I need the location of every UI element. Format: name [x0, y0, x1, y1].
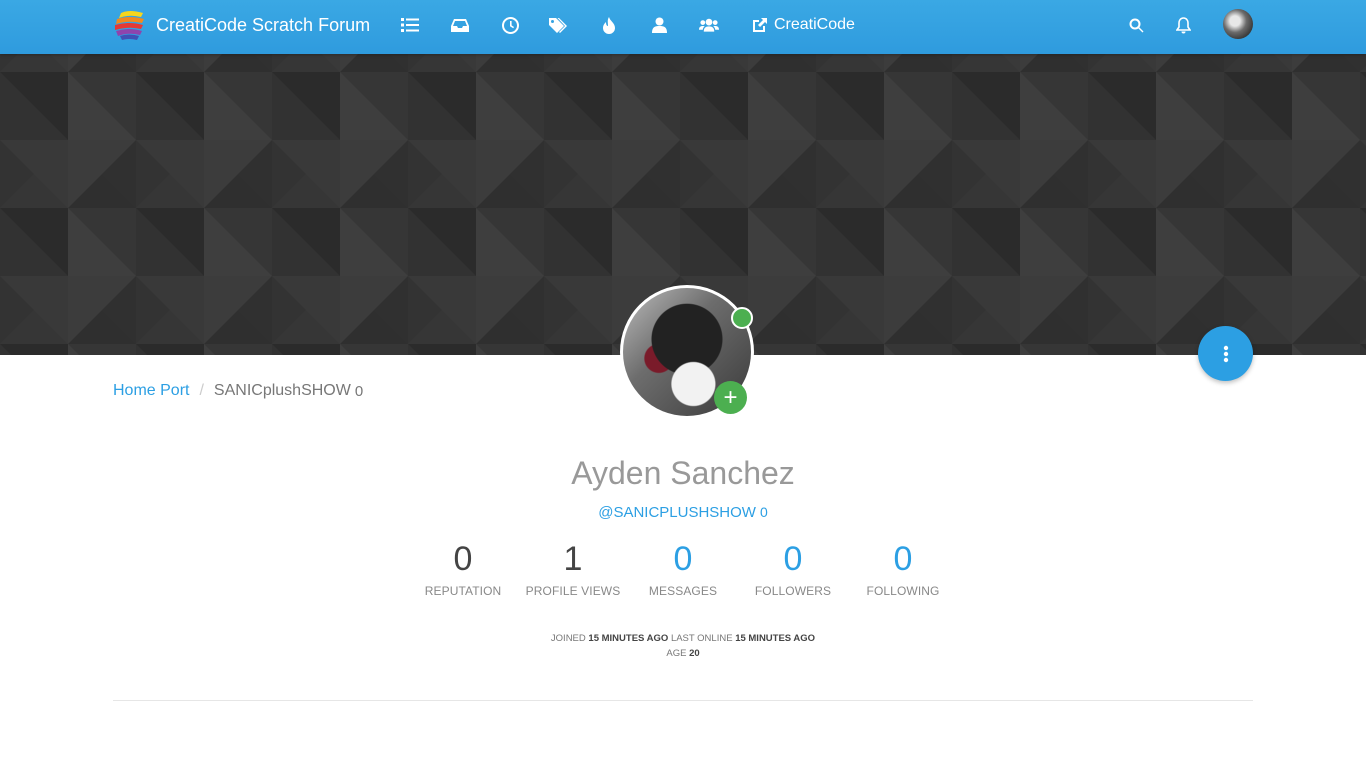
external-link-icon	[753, 17, 767, 32]
stat-followers-label: FOLLOWERS	[754, 584, 832, 598]
profile-meta-line-1: JOINED 15 MINUTES AGO LAST ONLINE 15 MIN…	[0, 631, 1366, 646]
stat-profile-views: 1 PROFILE VIEWS	[518, 538, 628, 598]
external-link-label: CreatiCode	[774, 16, 855, 33]
brand-logo-icon	[113, 9, 146, 41]
stat-reputation-label: REPUTATION	[424, 584, 502, 598]
stat-profile-views-label: PROFILE VIEWS	[525, 584, 621, 598]
top-navbar: CreatiCode Scratch Forum CreatiCode	[0, 0, 1366, 54]
stat-following[interactable]: 0 FOLLOWING	[848, 538, 958, 598]
profile-meta: JOINED 15 MINUTES AGO LAST ONLINE 15 MIN…	[0, 631, 1366, 661]
stat-messages[interactable]: 0 MESSAGES	[628, 538, 738, 598]
tags-icon[interactable]	[549, 15, 569, 35]
categories-icon[interactable]	[400, 15, 420, 35]
more-vertical-icon	[1223, 345, 1228, 362]
breadcrumb-home-link[interactable]: Home Port	[113, 382, 189, 400]
stat-followers-value[interactable]: 0	[738, 538, 848, 580]
stat-reputation-value: 0	[453, 540, 473, 578]
creaticode-external-link[interactable]: CreatiCode	[751, 15, 855, 35]
users-icon[interactable]	[649, 15, 669, 35]
online-status-indicator	[731, 307, 753, 329]
search-icon[interactable]	[1126, 15, 1146, 35]
popular-fire-icon[interactable]	[599, 15, 619, 35]
breadcrumb-separator: /	[199, 382, 204, 399]
section-divider	[113, 700, 1253, 701]
breadcrumb-current: SANICplushSHOW	[213, 382, 351, 399]
profile-username: @SANICPLUSHSHOW	[598, 504, 756, 521]
stat-messages-label: MESSAGES	[648, 584, 718, 598]
brand-link[interactable]: CreatiCode Scratch Forum	[113, 9, 370, 41]
stat-following-label: FOLLOWING	[866, 584, 940, 598]
breadcrumb-count: 0	[354, 382, 364, 400]
profile-actions-button[interactable]	[1198, 326, 1253, 381]
breadcrumb: Home Port / SANICplushSHOW 0	[113, 380, 363, 402]
user-menu-avatar[interactable]	[1223, 9, 1253, 39]
follow-button[interactable]: +	[714, 381, 747, 414]
stat-messages-value[interactable]: 0	[628, 538, 738, 580]
last-online-label: LAST ONLINE	[670, 633, 733, 644]
stat-following-value[interactable]: 0	[848, 538, 958, 580]
stat-followers[interactable]: 0 FOLLOWERS	[738, 538, 848, 598]
plus-icon: +	[723, 383, 738, 411]
stat-profile-views-value: 1	[563, 540, 583, 578]
age-label: AGE	[666, 648, 687, 659]
profile-handle: @SANICPLUSHSHOW 0	[0, 504, 1366, 521]
joined-label: JOINED	[550, 633, 586, 644]
notifications-bell-icon[interactable]	[1173, 15, 1193, 35]
unread-inbox-icon[interactable]	[450, 15, 470, 35]
recent-clock-icon[interactable]	[500, 15, 520, 35]
profile-fullname: Ayden Sanchez	[571, 455, 795, 491]
profile-handle-count: 0	[759, 504, 768, 520]
brand-title: CreatiCode Scratch Forum	[156, 14, 371, 35]
profile-meta-line-2: AGE 20	[0, 646, 1366, 661]
age-value: 20	[689, 648, 700, 659]
groups-icon[interactable]	[699, 15, 719, 35]
joined-value: 15 MINUTES AGO	[588, 633, 669, 644]
stat-reputation: 0 REPUTATION	[408, 538, 518, 598]
last-online-value: 15 MINUTES AGO	[735, 633, 816, 644]
profile-stats: 0 REPUTATION 1 PROFILE VIEWS 0 MESSAGES …	[408, 538, 958, 608]
